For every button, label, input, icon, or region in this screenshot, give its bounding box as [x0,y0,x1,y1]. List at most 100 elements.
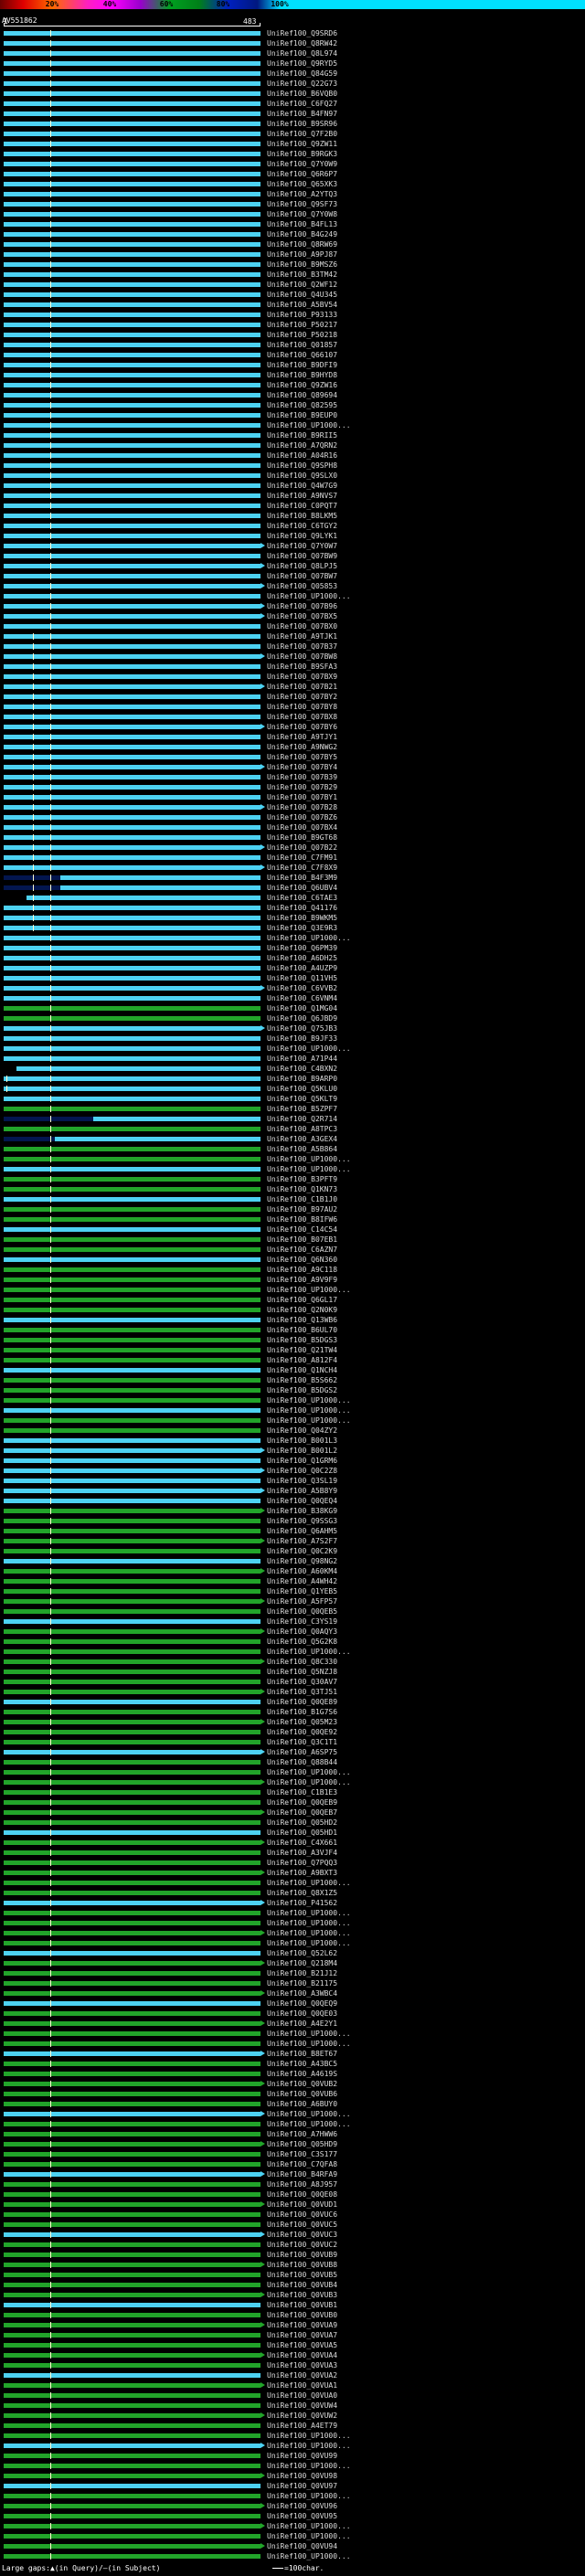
hit-label[interactable]: UniRef100_C1B1J0 [267,1194,585,1204]
alignment-bar[interactable] [4,1891,261,1895]
alignment-bar[interactable] [4,603,265,609]
alignment-bar[interactable] [4,785,261,790]
hit-label[interactable]: UniRef100_Q0VUB3 [267,2290,585,2300]
alignment-bar[interactable] [4,764,265,769]
hit-label[interactable]: UniRef100_C6TAE3 [267,893,585,903]
hit-label[interactable]: UniRef100_A5B864 [267,1144,585,1154]
alignment-bar[interactable] [4,1076,261,1081]
hit-label[interactable]: UniRef100_A71P44 [267,1054,585,1064]
alignment-bar[interactable] [4,2484,261,2488]
alignment-bar[interactable] [4,1479,261,1483]
alignment-bar[interactable] [4,1960,265,1966]
alignment-bar[interactable] [4,2102,261,2106]
alignment-bar[interactable] [4,2494,261,2498]
hit-label[interactable]: UniRef100_B9SFA3 [267,662,585,672]
alignment-bar[interactable] [4,2081,265,2086]
hit-label[interactable]: UniRef100_C6VNM4 [267,993,585,1003]
alignment-bar[interactable] [4,172,261,176]
alignment-bar[interactable] [4,1046,261,1051]
alignment-bar[interactable] [4,433,261,438]
hit-label[interactable]: UniRef100_Q89694 [267,390,585,400]
hit-label[interactable]: UniRef100_UP1000... [267,1395,585,1405]
hit-label[interactable]: UniRef100_Q05HD1 [267,1828,585,1838]
alignment-bar[interactable] [4,694,261,699]
alignment-bar[interactable] [4,574,261,578]
alignment-bar[interactable] [4,1237,261,1242]
hit-label[interactable]: UniRef100_B9ARP0 [267,1074,585,1084]
alignment-bar[interactable] [4,152,261,156]
hit-label[interactable]: UniRef100_UP1000... [267,2029,585,2039]
alignment-bar[interactable] [4,1549,261,1553]
hit-label[interactable]: UniRef100_Q9SLX0 [267,471,585,481]
hit-label[interactable]: UniRef100_A04R16 [267,451,585,461]
hit-label[interactable]: UniRef100_B001L2 [267,1446,585,1456]
hit-label[interactable]: UniRef100_A4ET79 [267,2421,585,2431]
hit-label[interactable]: UniRef100_Q05HD9 [267,2139,585,2149]
alignment-bar[interactable] [4,613,265,619]
hit-label[interactable]: UniRef100_UP1000... [267,1154,585,1164]
hit-label[interactable]: UniRef100_Q0VU98 [267,2471,585,2481]
alignment-bar[interactable] [4,835,261,840]
hit-label[interactable]: UniRef100_Q07BY1 [267,792,585,802]
alignment-bar[interactable] [4,504,261,508]
hit-label[interactable]: UniRef100_B9JF33 [267,1034,585,1044]
alignment-bar[interactable] [4,2212,261,2217]
alignment-bar[interactable] [4,343,261,347]
hit-label[interactable]: UniRef100_B4FN97 [267,109,585,119]
hit-label[interactable]: UniRef100_A6SP75 [267,1747,585,1757]
hit-label[interactable]: UniRef100_Q3C1T1 [267,1737,585,1747]
hit-label[interactable]: UniRef100_Q6GL17 [267,1295,585,1305]
hit-label[interactable]: UniRef100_B3PFT9 [267,1174,585,1184]
hit-label[interactable]: UniRef100_C6VVB2 [267,983,585,993]
alignment-bar[interactable] [4,1830,261,1835]
alignment-bar[interactable] [4,2322,265,2327]
hit-label[interactable]: UniRef100_B4FL13 [267,219,585,229]
hit-label[interactable]: UniRef100_Q07BX8 [267,712,585,722]
alignment-bar[interactable] [4,302,261,307]
alignment-bar[interactable] [4,1298,261,1302]
hit-label[interactable]: UniRef100_Q0QE92 [267,1727,585,1737]
alignment-bar[interactable] [4,443,261,448]
hit-label[interactable]: UniRef100_Q0VU97 [267,2481,585,2491]
hit-label[interactable]: UniRef100_Q8L974 [267,48,585,58]
alignment-bar[interactable] [4,2262,265,2267]
alignment-bar[interactable] [4,1559,261,1564]
alignment-bar[interactable] [16,1066,261,1071]
alignment-bar[interactable] [4,2051,265,2056]
alignment-bar[interactable] [27,896,261,900]
hit-label[interactable]: UniRef100_B8IFW6 [267,1214,585,1224]
hit-label[interactable]: UniRef100_Q0VU99 [267,2451,585,2461]
alignment-bar[interactable] [4,2352,265,2358]
alignment-bar[interactable] [4,996,261,1001]
alignment-bar[interactable] [4,1016,261,1021]
hit-label[interactable]: UniRef100_Q7PQQ3 [267,1858,585,1868]
alignment-bar[interactable] [4,1388,261,1393]
hit-label[interactable]: UniRef100_Q07BY2 [267,692,585,702]
hit-label[interactable]: UniRef100_C7FM91 [267,853,585,863]
alignment-bar[interactable] [4,2443,265,2448]
hit-label[interactable]: UniRef100_C14C54 [267,1224,585,1235]
hit-label[interactable]: UniRef100_C6TGY2 [267,521,585,531]
alignment-bar[interactable] [4,232,261,237]
hit-label[interactable]: UniRef100_Q7F2B0 [267,129,585,139]
hit-label[interactable]: UniRef100_Q6PM39 [267,943,585,953]
hit-label[interactable]: UniRef100_Q3E9R3 [267,923,585,933]
alignment-bar[interactable] [4,1921,261,1925]
alignment-bar[interactable] [4,2503,265,2508]
hit-label[interactable]: UniRef100_Q84G59 [267,69,585,79]
alignment-bar[interactable] [4,1508,265,1513]
hit-label[interactable]: UniRef100_Q8C330 [267,1657,585,1667]
alignment-bar[interactable] [4,2412,265,2418]
alignment-bar[interactable] [4,202,261,207]
alignment-bar[interactable] [4,423,261,428]
hit-label[interactable]: UniRef100_B001L3 [267,1436,585,1446]
alignment-bar[interactable] [4,473,261,478]
alignment-bar[interactable] [4,2162,261,2167]
alignment-bar-lowscore[interactable] [4,875,60,880]
alignment-bar[interactable] [4,1147,261,1151]
hit-label[interactable]: UniRef100_Q0VUC6 [267,2210,585,2220]
hit-label[interactable]: UniRef100_Q0VUA1 [267,2380,585,2390]
alignment-bar[interactable] [4,985,265,991]
alignment-bar[interactable] [4,1087,261,1091]
hit-label[interactable]: UniRef100_UP1000... [267,1647,585,1657]
